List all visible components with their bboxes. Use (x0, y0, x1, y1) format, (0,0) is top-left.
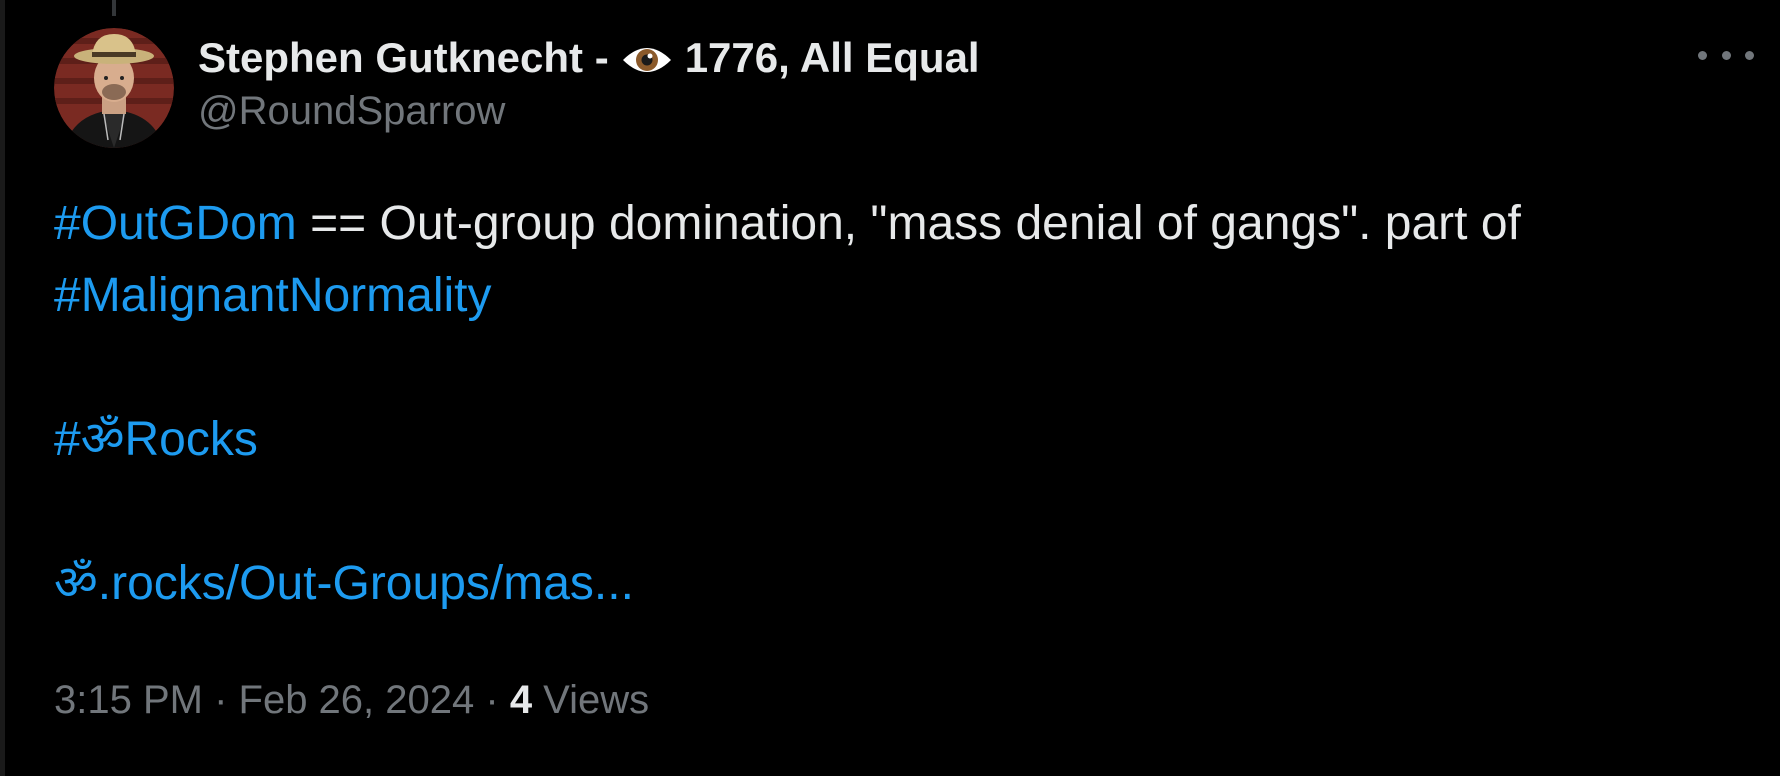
more-options-button[interactable] (1698, 40, 1754, 70)
column-border (0, 0, 5, 776)
more-dots-icon (1745, 50, 1754, 60)
more-dots-icon (1721, 50, 1731, 60)
tweet-detail-page: Stephen Gutknecht - 1776, All Equal @Rou… (0, 0, 1780, 776)
avatar-photo (54, 28, 174, 148)
tweet-metadata: 3:15 PM · Feb 26, 2024 · 4 Views (54, 672, 649, 728)
meta-separator: · (474, 678, 510, 722)
more-dots-icon (1698, 50, 1707, 60)
external-link[interactable]: ॐ.rocks/Out-Groups/mas... (54, 557, 634, 610)
display-name-prefix: Stephen Gutknecht - (198, 34, 609, 81)
hashtag-link[interactable]: #ॐRocks (54, 413, 258, 466)
eye-emoji-icon (621, 38, 673, 78)
tweet-line: #OutGDom == Out-group domination, "mass … (54, 188, 1734, 260)
author-display-name[interactable]: Stephen Gutknecht - 1776, All Equal (198, 30, 980, 86)
tweet-text: #OutGDom == Out-group domination, "mass … (54, 188, 1734, 620)
tweet-header: Stephen Gutknecht - 1776, All Equal @Rou… (198, 30, 980, 136)
hashtag-link[interactable]: #OutGDom (54, 197, 297, 250)
views-count: 4 (509, 678, 533, 722)
tweet-line: ॐ.rocks/Out-Groups/mas... (54, 548, 1734, 620)
tweet-date[interactable]: Feb 26, 2024 (239, 678, 475, 722)
author-handle[interactable]: @RoundSparrow (198, 86, 980, 136)
tweet-line: #ॐRocks (54, 404, 1734, 476)
meta-separator: · (202, 678, 239, 722)
tweet-line: #MalignantNormality (54, 260, 1734, 332)
views-label: Views (532, 678, 650, 722)
hashtag-link[interactable]: #MalignantNormality (54, 269, 492, 322)
avatar[interactable] (54, 28, 174, 148)
tweet-text-segment: == Out-group domination, "mass denial of… (296, 197, 1521, 250)
display-name-suffix: 1776, All Equal (684, 34, 980, 81)
tweet-time[interactable]: 3:15 PM (54, 678, 203, 722)
thread-connector-line (112, 0, 116, 16)
